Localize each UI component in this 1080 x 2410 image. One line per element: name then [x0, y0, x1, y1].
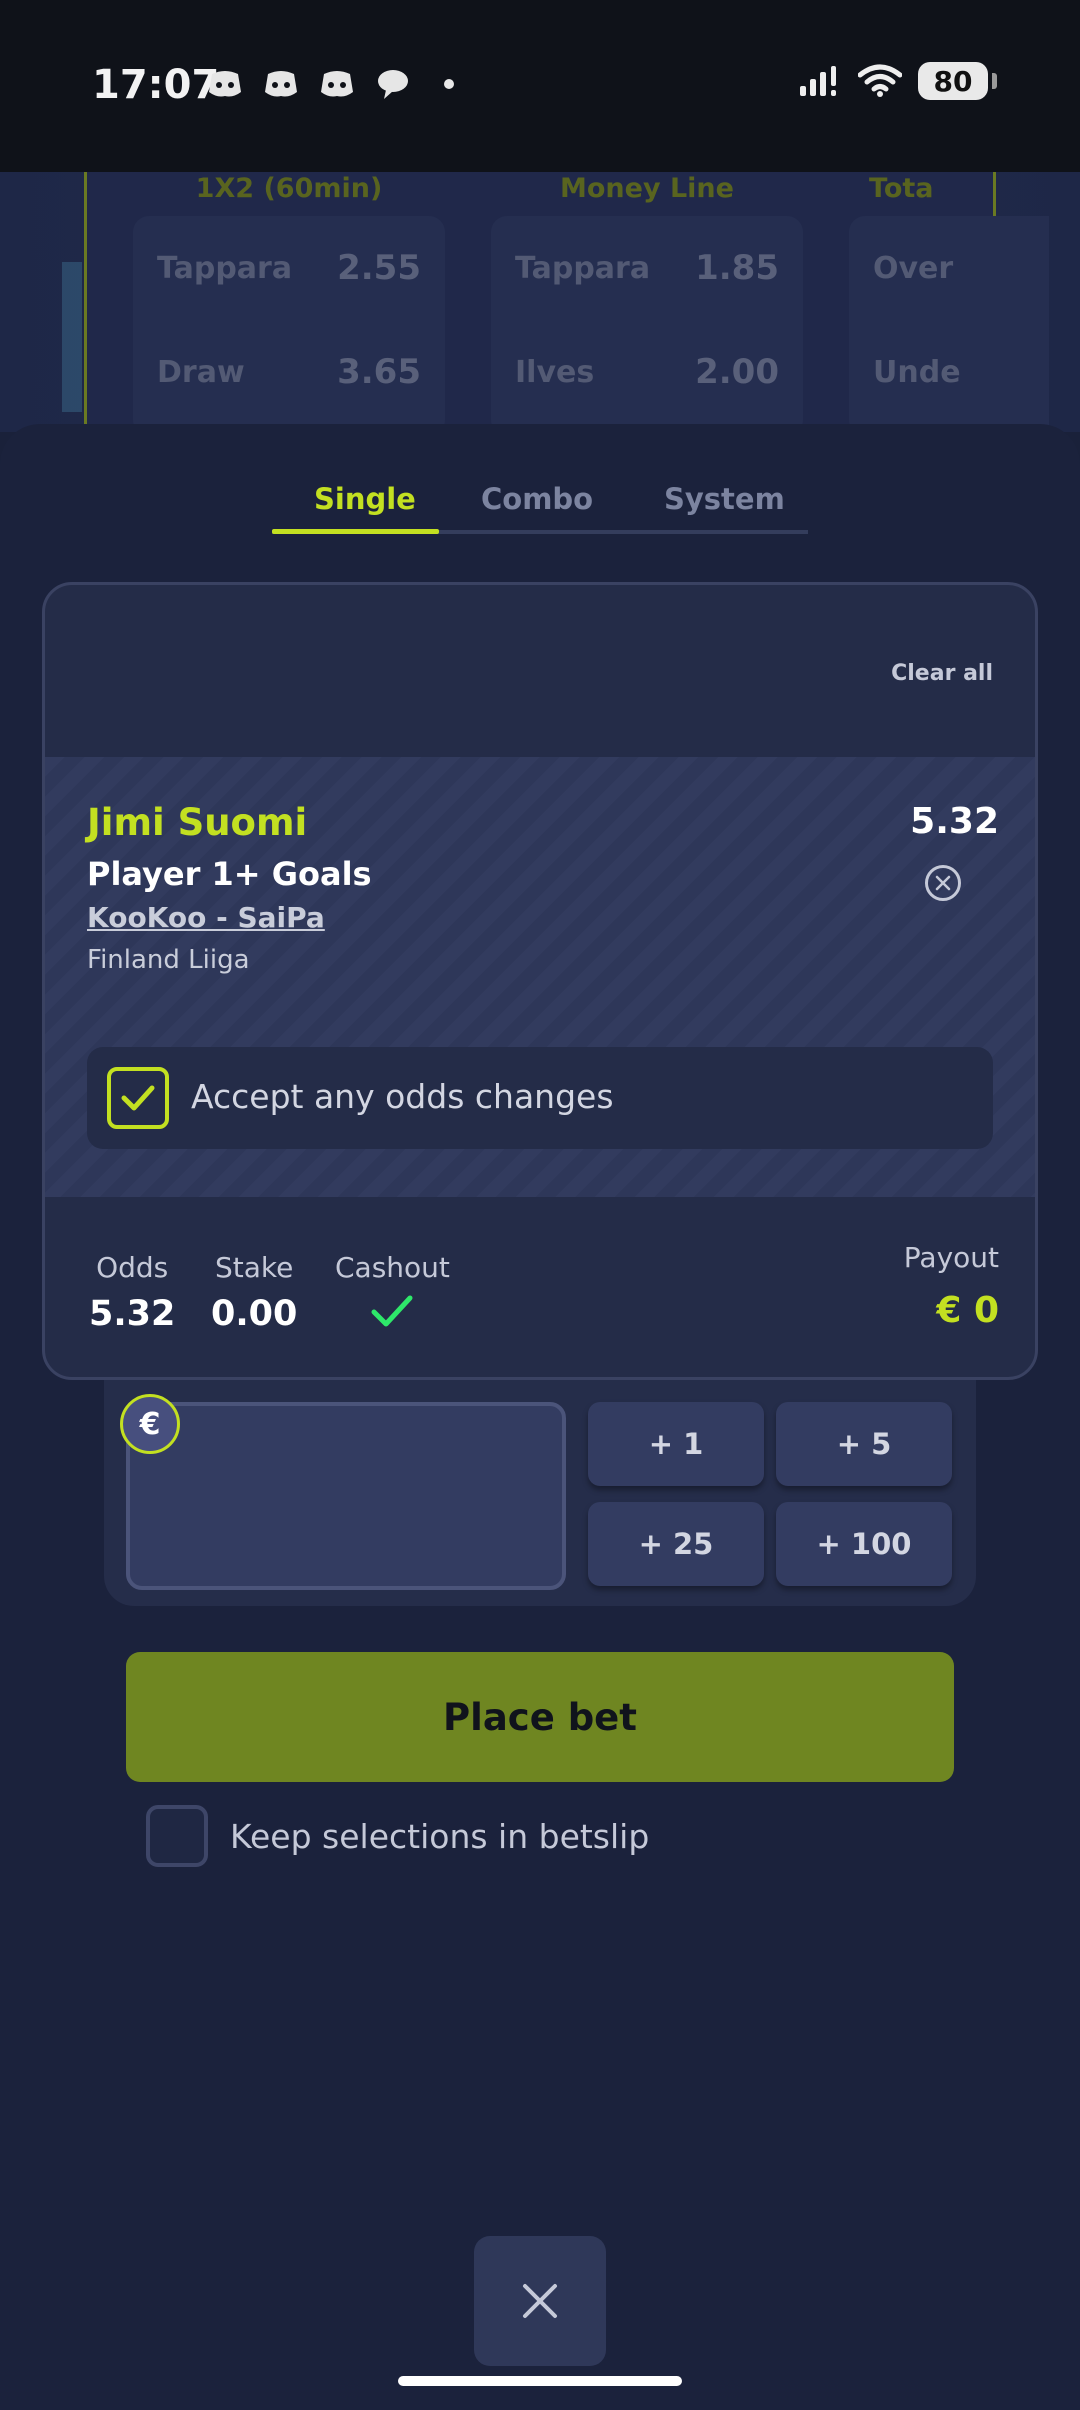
betslip-tabs: Single Combo System	[272, 476, 808, 534]
remove-selection-button[interactable]	[925, 865, 961, 901]
active-tab-indicator	[272, 529, 439, 534]
bet-card: Clear all Jimi Suomi Player 1+ Goals Koo…	[42, 582, 1038, 1380]
keep-selections-label: Keep selections in betslip	[230, 1816, 650, 1856]
euro-icon: €	[120, 1394, 180, 1454]
status-time: 17:07	[92, 62, 220, 108]
market-title: 1X2 (60min)	[195, 173, 383, 204]
market-totals: Tota Over Unde	[849, 172, 1049, 432]
selection-player: Jimi Suomi	[87, 801, 308, 844]
market-title: Money Line	[560, 173, 734, 204]
tab-system[interactable]: System	[664, 482, 785, 516]
stake-panel: € + 1 + 5 + 25 + 100	[104, 1380, 976, 1606]
selection-market: Player 1+ Goals	[87, 855, 372, 893]
selection-league: Finland Liiga	[87, 945, 250, 975]
accept-odds-checkbox[interactable]	[107, 1067, 169, 1129]
selection-odds: 5.32	[910, 801, 999, 842]
discord-icon	[265, 71, 297, 97]
bet-summary: Odds 5.32 Stake 0.00 Cashout Payout € 0	[45, 1197, 1035, 1377]
payout-value: € 0	[936, 1290, 999, 1331]
accept-odds-row[interactable]: Accept any odds changes	[87, 1047, 993, 1149]
stake-input[interactable]	[126, 1402, 566, 1590]
betslip-sheet: Single Combo System Clear all Jimi Suomi…	[0, 424, 1080, 2410]
market-outcome[interactable]: Draw 3.65	[157, 342, 421, 402]
discord-icon	[321, 71, 353, 97]
keep-selections-row[interactable]: Keep selections in betslip	[146, 1804, 649, 1868]
market-outcome[interactable]: Over	[873, 238, 1025, 298]
market-outcome[interactable]: Unde	[873, 342, 1025, 402]
summary-payout: Payout € 0	[903, 1241, 999, 1331]
status-bar: 17:07 80	[0, 0, 1080, 172]
background-markets: 1X2 (60min) Tappara 2.55 Draw 3.65 Money…	[0, 172, 1080, 432]
close-betslip-button[interactable]	[474, 2236, 606, 2366]
signal-icon	[800, 66, 836, 96]
notification-icons	[206, 66, 454, 102]
market-outcome[interactable]: Ilves 2.00	[515, 342, 779, 402]
quick-stake-100[interactable]: + 100	[776, 1502, 952, 1586]
tab-combo[interactable]: Combo	[481, 482, 593, 516]
close-icon	[935, 875, 951, 891]
tab-single[interactable]: Single	[314, 482, 416, 516]
check-icon	[121, 1085, 155, 1111]
discord-icon	[209, 71, 241, 97]
quick-stake-1[interactable]: + 1	[588, 1402, 764, 1486]
clear-all-button[interactable]: Clear all	[891, 661, 993, 686]
quick-stake-5[interactable]: + 5	[776, 1402, 952, 1486]
dot-icon	[444, 79, 454, 89]
accept-odds-label: Accept any odds changes	[191, 1077, 614, 1116]
chat-bubble-icon	[378, 70, 408, 99]
market-outcome[interactable]: Tappara 1.85	[515, 238, 779, 298]
wifi-icon	[858, 64, 902, 97]
quick-stake-25[interactable]: + 25	[588, 1502, 764, 1586]
market-money-line: Money Line Tappara 1.85 Ilves 2.00	[491, 172, 803, 432]
market-frame: 1X2 (60min) Tappara 2.55 Draw 3.65 Money…	[84, 172, 1049, 432]
keep-selections-checkbox[interactable]	[146, 1805, 208, 1867]
selection-match-link[interactable]: KooKoo - SaiPa	[87, 901, 325, 934]
place-bet-button[interactable]: Place bet	[126, 1652, 954, 1782]
battery-icon: 80	[918, 62, 997, 100]
selection-item: Jimi Suomi Player 1+ Goals KooKoo - SaiP…	[45, 757, 1035, 1197]
market-title: Tota	[869, 173, 934, 204]
market-1x2: 1X2 (60min) Tappara 2.55 Draw 3.65	[133, 172, 445, 432]
cashout-check-icon	[371, 1295, 413, 1327]
status-right: 80	[798, 62, 997, 100]
close-icon	[523, 2284, 557, 2318]
summary-stake: Stake 0.00	[211, 1251, 298, 1334]
summary-cashout: Cashout	[335, 1251, 450, 1336]
market-outcome[interactable]: Tappara 2.55	[157, 238, 421, 298]
home-indicator[interactable]	[398, 2376, 682, 2386]
summary-odds: Odds 5.32	[89, 1251, 176, 1334]
